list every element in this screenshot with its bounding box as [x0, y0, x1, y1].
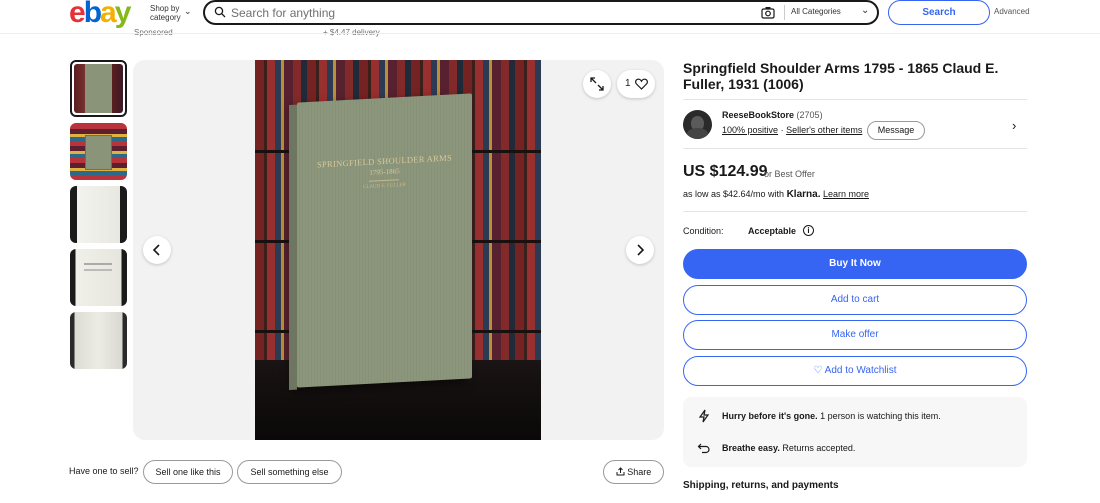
klarna-financing: as low as $42.64/mo with Klarna. Learn m…	[683, 189, 869, 200]
camera-icon[interactable]	[761, 6, 775, 19]
expand-button[interactable]	[583, 70, 611, 98]
buy-it-now-button[interactable]: Buy It Now	[683, 249, 1027, 279]
returns-bold: Breathe easy.	[722, 443, 780, 453]
klarna-text: as low as $42.64/mo with	[683, 189, 785, 199]
returns-text: Returns accepted.	[782, 443, 856, 453]
share-icon	[616, 467, 625, 476]
feedback-count: (2705)	[796, 110, 823, 120]
next-image-button[interactable]	[626, 236, 654, 264]
condition-label: Condition:	[683, 226, 724, 236]
shop-by-category-button[interactable]: Shop by category ⌄	[150, 4, 192, 22]
title-divider	[683, 99, 1027, 100]
book-cover: SPRINGFIELD SHOULDER ARMS 1795-1865 CLAU…	[289, 93, 472, 391]
price-divider	[683, 211, 1027, 212]
category-label: category	[150, 13, 181, 22]
lightning-icon	[698, 409, 710, 423]
make-offer-button[interactable]: Make offer	[683, 320, 1027, 350]
logo-letter-a: a	[100, 0, 117, 29]
share-label: Share	[627, 467, 652, 477]
item-title: Springfield Shoulder Arms 1795 - 1865 Cl…	[683, 60, 999, 92]
separator: ·	[780, 125, 784, 135]
shop-by-label: Shop by	[150, 4, 180, 13]
thumbnail-4[interactable]	[70, 249, 127, 306]
chevron-right-icon	[637, 244, 645, 256]
hurry-text: 1 person is watching this item.	[820, 411, 941, 421]
advanced-search-link[interactable]: Advanced	[994, 7, 1030, 16]
chevron-left-icon	[152, 244, 160, 256]
info-icon[interactable]: i	[803, 225, 814, 236]
item-price: US $124.99	[683, 163, 768, 180]
search-icon	[214, 6, 226, 18]
seller-info: ReeseBookStore (2705)	[722, 110, 823, 120]
chevron-down-icon: ⌄	[184, 6, 192, 16]
seller-name[interactable]: ReeseBookStore	[722, 110, 794, 120]
sellers-other-items-link[interactable]: Seller's other items	[786, 125, 862, 135]
learn-more-link[interactable]: Learn more	[823, 189, 869, 199]
category-select[interactable]: All Categories	[791, 7, 841, 16]
shipping-returns-heading[interactable]: Shipping, returns, and payments	[683, 480, 839, 491]
have-one-to-sell-label: Have one to sell?	[69, 466, 139, 476]
chevron-down-icon: ⌄	[861, 5, 870, 16]
thumbnail-1[interactable]	[70, 60, 127, 117]
logo-letter-b: b	[83, 0, 102, 29]
thumbnail-2[interactable]	[70, 123, 127, 180]
returns-notice: Breathe easy. Returns accepted.	[722, 443, 855, 453]
hurry-notice: Hurry before it's gone. 1 person is watc…	[722, 411, 941, 421]
header-divider	[0, 33, 1100, 34]
chevron-right-icon[interactable]: ›	[1012, 118, 1016, 133]
positive-feedback-link[interactable]: 100% positive	[722, 125, 778, 135]
return-icon	[697, 443, 710, 454]
klarna-logo: Klarna.	[786, 189, 821, 200]
search-bar: All Categories ⌄	[203, 0, 879, 25]
main-product-image[interactable]: SPRINGFIELD SHOULDER ARMS 1795-1865 CLAU…	[255, 60, 541, 440]
search-input[interactable]	[231, 4, 751, 21]
search-button[interactable]: Search	[888, 0, 990, 25]
share-button[interactable]: Share	[603, 460, 664, 484]
watch-count-button[interactable]: 1	[617, 70, 655, 98]
hurry-bold: Hurry before it's gone.	[722, 411, 818, 421]
item-notices: Hurry before it's gone. 1 person is watc…	[683, 397, 1027, 467]
expand-icon	[590, 77, 604, 91]
best-offer-label: or Best Offer	[764, 169, 815, 179]
add-to-cart-button[interactable]: Add to cart	[683, 285, 1027, 315]
condition-value: Acceptable	[748, 226, 797, 236]
add-to-watchlist-button[interactable]: ♡ Add to Watchlist	[683, 356, 1027, 386]
image-gallery: SPRINGFIELD SHOULDER ARMS 1795-1865 CLAU…	[133, 60, 664, 440]
seller-divider	[683, 148, 1027, 149]
logo-letter-y: y	[114, 0, 132, 29]
logo-letter-e: e	[69, 0, 86, 29]
previous-image-button[interactable]	[143, 236, 171, 264]
thumbnail-3[interactable]	[70, 186, 127, 243]
ebay-logo[interactable]: ebay	[69, 0, 132, 29]
book-cover-author: CLAUD E. FULLER	[363, 182, 406, 191]
sell-one-like-this-button[interactable]: Sell one like this	[143, 460, 233, 484]
seller-links: 100% positive · Seller's other items	[722, 125, 862, 135]
message-button[interactable]: Message	[867, 121, 925, 140]
thumbnail-5[interactable]	[70, 312, 127, 369]
seller-avatar[interactable]	[683, 110, 712, 139]
watch-count: 1	[625, 78, 631, 89]
sell-something-else-button[interactable]: Sell something else	[237, 460, 342, 484]
heart-icon	[635, 78, 648, 90]
search-divider	[784, 5, 785, 20]
